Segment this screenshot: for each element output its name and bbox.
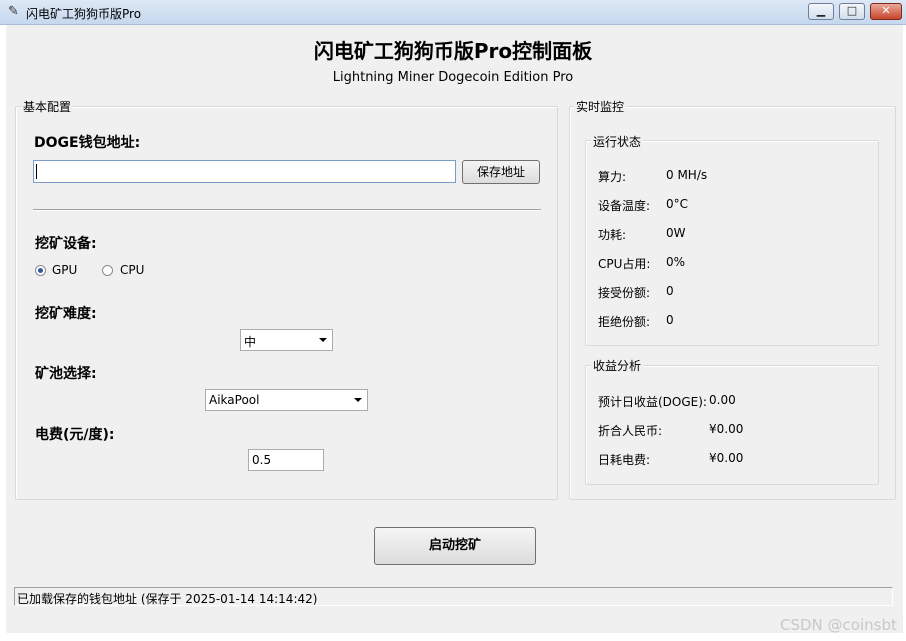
text-caret xyxy=(36,164,37,179)
dropdown-arrow-icon xyxy=(319,338,327,342)
status-label: CPU占用: xyxy=(598,257,651,271)
status-bar: 已加载保存的钱包地址 (保存于 2025-01-14 14:14:42) xyxy=(14,587,893,606)
profit-value: ¥0.00 xyxy=(709,422,744,436)
radio-cpu-label[interactable]: CPU xyxy=(120,263,144,277)
window-title: 闪电矿工狗狗币版Pro xyxy=(26,7,142,21)
difficulty-select[interactable]: 中 xyxy=(240,329,333,351)
save-address-button[interactable]: 保存地址 xyxy=(462,160,540,184)
status-label: 接受份额: xyxy=(598,286,651,300)
profit-label: 预计日收益(DOGE): xyxy=(598,395,707,409)
profit-label: 日耗电费: xyxy=(598,453,651,467)
divider xyxy=(33,209,541,211)
radio-gpu[interactable] xyxy=(35,265,46,276)
status-value: 0W xyxy=(666,226,686,240)
profit-frame-title: 收益分析 xyxy=(591,357,644,374)
status-frame-title: 运行状态 xyxy=(591,133,644,150)
close-button[interactable]: ✕ xyxy=(870,3,902,20)
radio-selected-dot xyxy=(38,268,43,273)
monitor-frame-title: 实时监控 xyxy=(574,98,627,115)
profit-label: 折合人民币: xyxy=(598,424,663,438)
start-mining-button[interactable]: 启动挖矿 xyxy=(374,527,536,565)
wallet-address-input[interactable] xyxy=(33,160,456,183)
page-title: 闪电矿工狗狗币版Pro控制面板 xyxy=(313,39,593,63)
status-label: 设备温度: xyxy=(598,199,651,213)
status-label: 算力: xyxy=(598,170,627,184)
status-value: 0 xyxy=(666,284,674,298)
pool-label: 矿池选择: xyxy=(35,366,97,382)
dropdown-arrow-icon xyxy=(354,398,362,402)
watermark: CSDN @coinsbt xyxy=(780,616,897,634)
difficulty-value: 中 xyxy=(244,335,257,349)
radio-cpu[interactable] xyxy=(102,265,113,276)
config-frame-title: 基本配置 xyxy=(21,98,74,115)
status-value: 0 xyxy=(666,313,674,327)
status-value: 0°C xyxy=(666,197,689,211)
wallet-label: DOGE钱包地址: xyxy=(34,135,141,151)
pool-select[interactable]: AikaPool xyxy=(205,389,368,411)
difficulty-label: 挖矿难度: xyxy=(35,306,97,322)
title-bar: ✎ 闪电矿工狗狗币版Pro ▁ □ ✕ xyxy=(0,0,906,25)
electricity-label: 电费(元/度): xyxy=(35,427,115,443)
electricity-value: 0.5 xyxy=(252,453,272,467)
feather-icon: ✎ xyxy=(8,4,19,19)
radio-gpu-label[interactable]: GPU xyxy=(52,263,77,277)
electricity-input[interactable]: 0.5 xyxy=(248,449,324,471)
page-subtitle: Lightning Miner Dogecoin Edition Pro xyxy=(332,70,574,85)
status-label: 功耗: xyxy=(598,228,627,242)
pool-value: AikaPool xyxy=(209,393,260,407)
maximize-button[interactable]: □ xyxy=(839,3,865,20)
minimize-button[interactable]: ▁ xyxy=(808,3,834,20)
status-label: 拒绝份额: xyxy=(598,315,651,329)
profit-value: ¥0.00 xyxy=(709,451,744,465)
profit-value: 0.00 xyxy=(709,393,736,407)
status-value: 0% xyxy=(666,255,686,269)
device-label: 挖矿设备: xyxy=(35,236,97,252)
status-value: 0 MH/s xyxy=(666,168,708,182)
